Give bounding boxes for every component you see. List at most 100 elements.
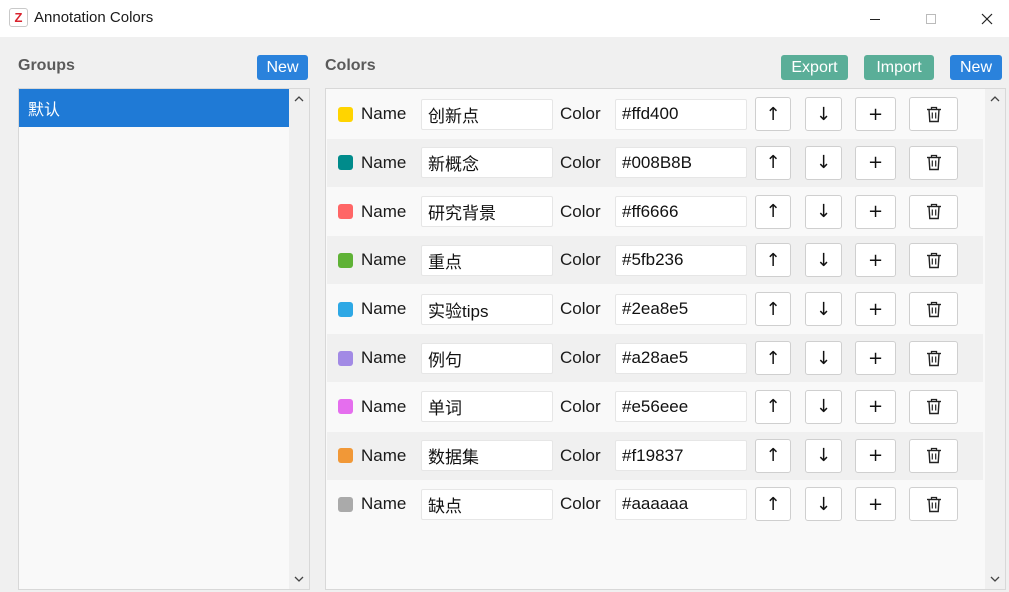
close-button[interactable] bbox=[964, 0, 1009, 37]
minimize-button[interactable] bbox=[852, 0, 898, 37]
move-down-button[interactable]: ↓ bbox=[805, 487, 842, 522]
groups-list: 默认 bbox=[18, 88, 310, 590]
color-label: Color bbox=[560, 299, 601, 319]
name-field[interactable]: 实验tips bbox=[421, 293, 553, 325]
move-up-button[interactable]: ↑ bbox=[755, 487, 791, 522]
plus-icon: + bbox=[867, 347, 884, 369]
arrow-up-icon: ↑ bbox=[765, 103, 781, 125]
scroll-down-arrow[interactable] bbox=[289, 569, 309, 589]
scroll-down-arrow[interactable] bbox=[985, 569, 1005, 589]
move-down-button[interactable]: ↓ bbox=[805, 341, 842, 375]
title-bar: Z Annotation Colors bbox=[0, 0, 1009, 37]
move-down-button[interactable]: ↓ bbox=[805, 97, 842, 131]
import-button[interactable]: Import bbox=[864, 55, 934, 80]
delete-color-button[interactable] bbox=[909, 145, 958, 180]
close-icon bbox=[981, 13, 993, 24]
arrow-up-icon: ↑ bbox=[765, 493, 781, 515]
color-hex-field[interactable]: #2ea8e5 bbox=[615, 293, 747, 325]
arrow-down-icon: ↓ bbox=[815, 249, 832, 271]
window-title: Annotation Colors bbox=[34, 9, 154, 26]
maximize-button[interactable] bbox=[908, 0, 954, 37]
new-group-button[interactable]: New bbox=[257, 55, 308, 80]
move-down-button[interactable]: ↓ bbox=[805, 389, 842, 424]
minimize-icon bbox=[870, 18, 880, 20]
color-hex-field[interactable]: #a28ae5 bbox=[615, 342, 747, 374]
maximize-icon bbox=[926, 13, 936, 24]
delete-color-button[interactable] bbox=[909, 97, 958, 131]
name-field[interactable]: 创新点 bbox=[421, 98, 553, 130]
delete-color-button[interactable] bbox=[909, 389, 958, 424]
arrow-down-icon: ↓ bbox=[815, 493, 832, 515]
export-button[interactable]: Export bbox=[781, 55, 848, 80]
add-color-button[interactable]: + bbox=[855, 438, 896, 473]
move-down-button[interactable]: ↓ bbox=[805, 292, 842, 327]
plus-icon: + bbox=[867, 396, 884, 418]
app-icon-letter: Z bbox=[14, 10, 23, 25]
color-hex-field[interactable]: #f19837 bbox=[615, 440, 747, 472]
name-field[interactable]: 单词 bbox=[421, 391, 553, 423]
trash-icon bbox=[926, 399, 941, 415]
add-color-button[interactable]: + bbox=[855, 389, 896, 424]
move-up-button[interactable]: ↑ bbox=[755, 341, 791, 375]
color-swatch bbox=[338, 448, 353, 464]
move-down-button[interactable]: ↓ bbox=[805, 194, 842, 229]
color-swatch bbox=[338, 350, 353, 366]
chevron-down-icon bbox=[294, 576, 304, 582]
add-color-button[interactable]: + bbox=[855, 194, 896, 229]
move-up-button[interactable]: ↑ bbox=[755, 292, 791, 327]
color-hex-field[interactable]: #008B8B bbox=[615, 147, 747, 179]
name-label: Name bbox=[361, 445, 407, 465]
add-color-button[interactable]: + bbox=[855, 341, 896, 375]
color-hex-field[interactable]: #ffd400 bbox=[615, 98, 747, 130]
zotero-app-icon: Z bbox=[9, 8, 28, 27]
arrow-up-icon: ↑ bbox=[765, 152, 781, 174]
add-color-button[interactable]: + bbox=[855, 243, 896, 278]
move-down-button[interactable]: ↓ bbox=[805, 145, 842, 180]
scroll-up-arrow[interactable] bbox=[985, 89, 1005, 109]
arrow-up-icon: ↑ bbox=[765, 347, 781, 369]
color-hex-field[interactable]: #5fb236 bbox=[615, 244, 747, 276]
color-swatch bbox=[338, 496, 353, 512]
name-label: Name bbox=[361, 104, 407, 123]
arrow-down-icon: ↓ bbox=[815, 445, 832, 467]
scroll-up-arrow[interactable] bbox=[289, 89, 309, 109]
name-label: Name bbox=[361, 396, 407, 416]
color-hex-field[interactable]: #e56eee bbox=[615, 391, 747, 423]
move-down-button[interactable]: ↓ bbox=[805, 243, 842, 278]
colors-heading: Colors bbox=[325, 57, 376, 74]
color-hex-field[interactable]: #aaaaaa bbox=[615, 488, 747, 520]
color-swatch bbox=[338, 204, 353, 220]
name-field[interactable]: 例句 bbox=[421, 342, 553, 374]
group-item[interactable]: 默认 bbox=[19, 89, 289, 127]
delete-color-button[interactable] bbox=[909, 438, 958, 473]
move-down-button[interactable]: ↓ bbox=[805, 438, 842, 473]
move-up-button[interactable]: ↑ bbox=[755, 243, 791, 278]
add-color-button[interactable]: + bbox=[855, 97, 896, 131]
delete-color-button[interactable] bbox=[909, 487, 958, 522]
move-up-button[interactable]: ↑ bbox=[755, 97, 791, 131]
colors-scrollbar[interactable] bbox=[985, 89, 1005, 589]
name-field[interactable]: 缺点 bbox=[421, 488, 553, 520]
name-field[interactable]: 数据集 bbox=[421, 440, 553, 472]
delete-color-button[interactable] bbox=[909, 341, 958, 375]
add-color-button[interactable]: + bbox=[855, 292, 896, 327]
name-field[interactable]: 研究背景 bbox=[421, 196, 553, 228]
color-row: Name 缺点 Color #aaaaaa ↑ ↓ + bbox=[327, 480, 983, 528]
add-color-button[interactable]: + bbox=[855, 145, 896, 180]
add-color-button[interactable]: + bbox=[855, 487, 896, 522]
delete-color-button[interactable] bbox=[909, 243, 958, 278]
move-up-button[interactable]: ↑ bbox=[755, 389, 791, 424]
move-up-button[interactable]: ↑ bbox=[755, 438, 791, 473]
chevron-up-icon bbox=[294, 96, 304, 102]
groups-scrollbar[interactable] bbox=[289, 89, 309, 589]
name-label: Name bbox=[361, 201, 407, 221]
name-field[interactable]: 重点 bbox=[421, 244, 553, 276]
delete-color-button[interactable] bbox=[909, 292, 958, 327]
name-field[interactable]: 新概念 bbox=[421, 147, 553, 179]
move-up-button[interactable]: ↑ bbox=[755, 194, 791, 229]
color-label: Color bbox=[560, 494, 601, 514]
move-up-button[interactable]: ↑ bbox=[755, 145, 791, 180]
delete-color-button[interactable] bbox=[909, 194, 958, 229]
new-color-button[interactable]: New bbox=[950, 55, 1002, 80]
color-hex-field[interactable]: #ff6666 bbox=[615, 196, 747, 228]
